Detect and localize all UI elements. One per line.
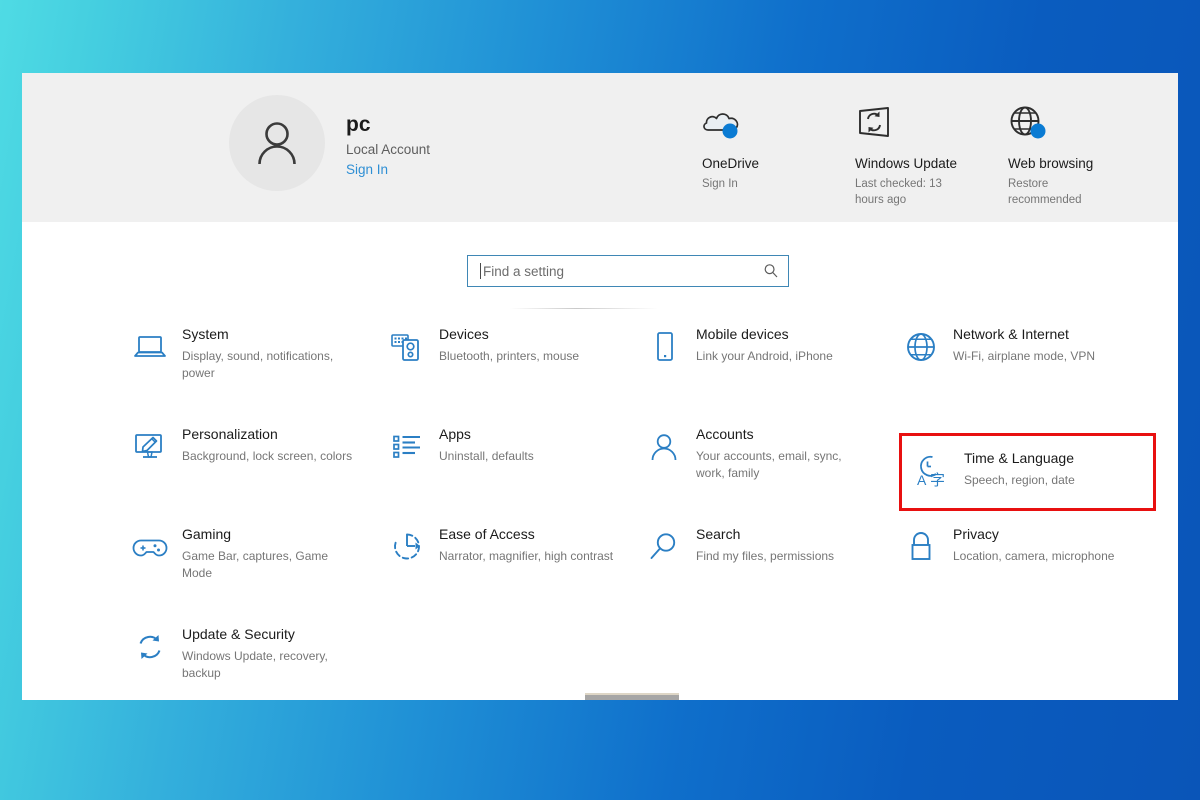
settings-tile-time-language[interactable]: A 字 Time & Language Speech, region, date <box>899 433 1156 511</box>
scrollbar-thumb[interactable] <box>585 695 679 700</box>
search-magnifier-icon <box>642 526 686 568</box>
status-tile-sub: Last checked: 13 hours ago <box>855 178 942 206</box>
svg-text:字: 字 <box>930 471 945 488</box>
laptop-icon <box>128 326 172 368</box>
account-block[interactable]: pc Local Account Sign In <box>229 95 430 191</box>
horizontal-scrollbar[interactable] <box>22 693 1178 700</box>
settings-tile-apps[interactable]: Apps Uninstall, defaults <box>385 417 642 517</box>
status-tile-onedrive[interactable]: OneDrive Sign In <box>702 101 855 208</box>
account-name: pc <box>346 113 371 136</box>
tile-sub: Game Bar, captures, Game Mode <box>182 548 329 580</box>
privacy-lock-icon <box>899 526 943 568</box>
tile-title: Search <box>696 526 741 542</box>
tile-text-group: Devices Bluetooth, printers, mouse <box>439 324 579 365</box>
gaming-controller-icon <box>128 526 172 568</box>
status-tile-sub: Sign In <box>702 178 738 191</box>
tile-title: Personalization <box>182 426 278 442</box>
tile-title: Privacy <box>953 526 999 542</box>
settings-tile-mobile-devices[interactable]: Mobile devices Link your Android, iPhone <box>642 317 899 417</box>
settings-tile-privacy[interactable]: Privacy Location, camera, microphone <box>899 517 1156 617</box>
tile-text-group: Gaming Game Bar, captures, Game Mode <box>182 524 357 582</box>
tile-text-group: Accounts Your accounts, email, sync, wor… <box>696 424 871 482</box>
tile-text-group: Network & Internet Wi-Fi, airplane mode,… <box>953 324 1095 365</box>
tile-sub: Link your Android, iPhone <box>696 348 833 363</box>
tile-title: Apps <box>439 426 471 442</box>
settings-tile-system[interactable]: System Display, sound, notifications, po… <box>128 317 385 417</box>
section-divider <box>510 308 658 309</box>
search-magnifier-icon[interactable] <box>762 262 780 280</box>
tile-sub: Background, lock screen, colors <box>182 448 353 463</box>
search-placeholder: Find a setting <box>483 263 565 279</box>
tile-title: Devices <box>439 326 489 342</box>
settings-window: pc Local Account Sign In OneDrive Sign I… <box>22 73 1178 700</box>
web-browsing-globe-icon <box>1008 101 1161 145</box>
settings-tile-personalization[interactable]: Personalization Background, lock screen,… <box>128 417 385 517</box>
accounts-person-icon <box>642 426 686 468</box>
status-tile-title: Web browsing <box>1008 156 1094 171</box>
tile-text-group: Privacy Location, camera, microphone <box>953 524 1114 565</box>
apps-list-icon <box>385 426 429 468</box>
tile-sub: Speech, region, date <box>964 472 1075 487</box>
settings-tile-search[interactable]: Search Find my files, permissions <box>642 517 899 617</box>
tile-text-group: Search Find my files, permissions <box>696 524 834 565</box>
tile-sub: Display, sound, notifications, power <box>182 348 334 380</box>
account-sign-in-link[interactable]: Sign In <box>346 162 430 178</box>
svg-text:A: A <box>917 472 927 488</box>
mobile-phone-icon <box>642 326 686 368</box>
settings-tile-ease-of-access[interactable]: Ease of Access Narrator, magnifier, high… <box>385 517 642 617</box>
search-input[interactable]: Find a setting <box>467 255 789 287</box>
time-language-icon: A 字 <box>910 450 954 492</box>
header-status-tiles: OneDrive Sign In Windows Update Last che… <box>702 101 1162 208</box>
user-avatar-icon <box>229 95 325 191</box>
status-tile-windows-update[interactable]: Windows Update Last checked: 13 hours ag… <box>855 101 1008 208</box>
tile-title: System <box>182 326 229 342</box>
status-tile-web-browsing[interactable]: Web browsing Restore recommended <box>1008 101 1161 208</box>
search-wrapper: Find a setting <box>467 255 789 287</box>
tile-title: Time & Language <box>964 450 1074 466</box>
tile-title: Mobile devices <box>696 326 789 342</box>
tile-sub: Wi-Fi, airplane mode, VPN <box>953 348 1096 363</box>
account-text-group: pc Local Account Sign In <box>346 113 430 179</box>
settings-tile-gaming[interactable]: Gaming Game Bar, captures, Game Mode <box>128 517 385 617</box>
ease-of-access-icon <box>385 526 429 568</box>
windows-update-sync-icon <box>855 101 1008 145</box>
account-type: Local Account <box>346 142 431 158</box>
settings-body: Find a setting System Display, sound, no… <box>22 222 1178 700</box>
tile-title: Network & Internet <box>953 326 1069 342</box>
tile-title: Update & Security <box>182 626 295 642</box>
tile-sub: Location, camera, microphone <box>953 548 1115 563</box>
update-security-refresh-icon <box>128 626 172 668</box>
tile-text-group: Personalization Background, lock screen,… <box>182 424 352 465</box>
tile-sub: Uninstall, defaults <box>439 448 534 463</box>
settings-tile-update-security[interactable]: Update & Security Windows Update, recove… <box>128 617 385 700</box>
tile-sub: Narrator, magnifier, high contrast <box>439 548 614 563</box>
tile-sub: Windows Update, recovery, backup <box>182 648 328 680</box>
tile-sub: Bluetooth, printers, mouse <box>439 348 580 363</box>
tile-title: Ease of Access <box>439 526 535 542</box>
tile-text-group: Apps Uninstall, defaults <box>439 424 534 465</box>
settings-tile-devices[interactable]: Devices Bluetooth, printers, mouse <box>385 317 642 417</box>
settings-tile-accounts[interactable]: Accounts Your accounts, email, sync, wor… <box>642 417 899 517</box>
tile-text-group: Ease of Access Narrator, magnifier, high… <box>439 524 613 565</box>
settings-tile-grid: System Display, sound, notifications, po… <box>128 317 1158 700</box>
status-tile-title: Windows Update <box>855 156 958 171</box>
tile-title: Accounts <box>696 426 754 442</box>
settings-header-band: pc Local Account Sign In OneDrive Sign I… <box>22 73 1178 222</box>
tile-text-group: System Display, sound, notifications, po… <box>182 324 357 382</box>
settings-tile-network-internet[interactable]: Network & Internet Wi-Fi, airplane mode,… <box>899 317 1156 417</box>
tile-text-group: Mobile devices Link your Android, iPhone <box>696 324 833 365</box>
tile-sub: Your accounts, email, sync, work, family <box>696 448 842 480</box>
status-tile-sub: Restore recommended <box>1008 178 1082 206</box>
tile-sub: Find my files, permissions <box>696 548 835 563</box>
tile-title: Gaming <box>182 526 232 542</box>
status-tile-title: OneDrive <box>702 156 760 171</box>
globe-network-icon <box>899 326 943 368</box>
personalization-brush-icon <box>128 426 172 468</box>
tile-text-group: Time & Language Speech, region, date <box>964 448 1075 489</box>
devices-printer-icon <box>385 326 429 368</box>
tile-text-group: Update & Security Windows Update, recove… <box>182 624 357 682</box>
onedrive-cloud-icon <box>702 101 855 145</box>
